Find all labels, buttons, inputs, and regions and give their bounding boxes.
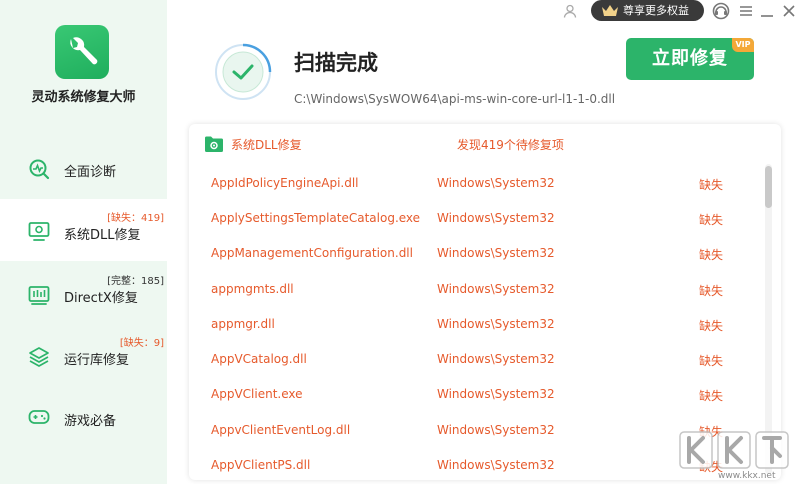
dll-path: Windows\System32 <box>437 458 555 472</box>
app-name: 灵动系统修复大师 <box>31 90 136 105</box>
dll-name: AppVClientPS.dll <box>211 458 311 472</box>
table-row[interactable]: AppVClient.exe Windows\System32 缺失 <box>189 377 759 412</box>
dll-name: appmgr.dll <box>211 317 275 331</box>
repair-button-label: 立即修复 <box>652 48 728 69</box>
sidebar-item-label: 全面诊断 <box>64 165 117 180</box>
minimize-icon[interactable] <box>758 2 776 20</box>
sidebar-item-label: DirectX修复 <box>64 291 138 306</box>
user-icon[interactable] <box>563 4 577 18</box>
crown-icon <box>602 5 618 16</box>
dll-name: AppManagementConfiguration.dll <box>211 246 413 260</box>
sidebar-item-runtime[interactable]: [缺失：9] 运行库修复 <box>0 324 167 386</box>
scanned-file-path: C:\Windows\SysWOW64\api-ms-win-core-url-… <box>294 92 616 106</box>
complete-count-badge: [完整：185] <box>107 276 164 287</box>
panel-title: 系统DLL修复 <box>231 138 302 152</box>
close-icon[interactable] <box>780 2 798 20</box>
vip-button-label: 尊享更多权益 <box>623 4 689 17</box>
sidebar-item-full-diagnosis[interactable]: 全面诊断 <box>0 138 167 200</box>
scrollbar-thumb[interactable] <box>765 166 772 208</box>
table-row[interactable]: AppVCatalog.dll Windows\System32 缺失 <box>189 342 759 377</box>
dll-status: 缺失 <box>699 213 724 227</box>
dll-name: appmgmts.dll <box>211 282 294 296</box>
dll-name: AppVCatalog.dll <box>211 352 307 366</box>
dll-path: Windows\System32 <box>437 423 555 437</box>
dll-status: 缺失 <box>699 389 724 403</box>
scan-status-title: 扫描完成 <box>294 51 378 75</box>
table-row[interactable]: AppManagementConfiguration.dll Windows\S… <box>189 236 759 271</box>
dll-status: 缺失 <box>699 319 724 333</box>
missing-count-badge: [缺失：419] <box>107 213 164 224</box>
folder-gear-icon <box>205 136 223 152</box>
table-row[interactable]: appmgr.dll Windows\System32 缺失 <box>189 307 759 342</box>
dll-status: 缺失 <box>699 354 724 368</box>
sidebar: 灵动系统修复大师 全面诊断 [缺失：419] 系统DLL修复 [完整：185] … <box>0 0 167 484</box>
app-logo-wrench-icon <box>55 25 109 79</box>
missing-count-badge: [缺失：9] <box>119 338 164 349</box>
dll-path: Windows\System32 <box>437 211 555 225</box>
repair-now-button[interactable]: 立即修复 VIP <box>626 38 754 80</box>
sidebar-item-system-dll[interactable]: [缺失：419] 系统DLL修复 <box>0 199 167 261</box>
dll-name: AppvClientEventLog.dll <box>211 423 351 437</box>
dll-name: AppIdPolicyEngineApi.dll <box>211 176 359 190</box>
diagnosis-icon <box>29 159 50 180</box>
dll-path: Windows\System32 <box>437 387 555 401</box>
monitor-gear-icon <box>28 222 50 241</box>
sidebar-item-label: 游戏必备 <box>64 414 117 429</box>
table-row[interactable]: ApplySettingsTemplateCatalog.exe Windows… <box>189 201 759 236</box>
sidebar-item-label: 系统DLL修复 <box>64 228 141 243</box>
dll-status: 缺失 <box>699 284 724 298</box>
sidebar-item-label: 运行库修复 <box>64 353 130 368</box>
vip-tag: VIP <box>732 38 754 52</box>
dll-name: AppVClient.exe <box>211 387 303 401</box>
table-row[interactable]: AppIdPolicyEngineApi.dll Windows\System3… <box>189 166 759 201</box>
sidebar-item-directx[interactable]: [完整：185] DirectX修复 <box>0 262 167 324</box>
support-icon[interactable] <box>712 2 730 20</box>
dll-name: ApplySettingsTemplateCatalog.exe <box>211 211 421 225</box>
watermark-url: www.kkx.net <box>718 471 776 481</box>
issues-found-summary: 发现419个待修复项 <box>457 138 564 152</box>
dll-path: Windows\System32 <box>437 352 555 366</box>
vip-benefits-button[interactable]: 尊享更多权益 <box>591 0 704 21</box>
layers-icon <box>29 347 49 367</box>
scan-complete-check-icon <box>215 43 272 100</box>
dll-path: Windows\System32 <box>437 282 555 296</box>
sidebar-item-game-essentials[interactable]: 游戏必备 <box>0 386 167 448</box>
dll-status: 缺失 <box>699 178 724 192</box>
dll-path: Windows\System32 <box>437 246 555 260</box>
menu-icon[interactable] <box>737 2 755 20</box>
dll-status: 缺失 <box>699 248 724 262</box>
dll-path: Windows\System32 <box>437 176 555 190</box>
equalizer-icon <box>28 286 50 305</box>
dll-path: Windows\System32 <box>437 317 555 331</box>
gamepad-icon <box>28 410 50 424</box>
table-row[interactable]: appmgmts.dll Windows\System32 缺失 <box>189 272 759 307</box>
